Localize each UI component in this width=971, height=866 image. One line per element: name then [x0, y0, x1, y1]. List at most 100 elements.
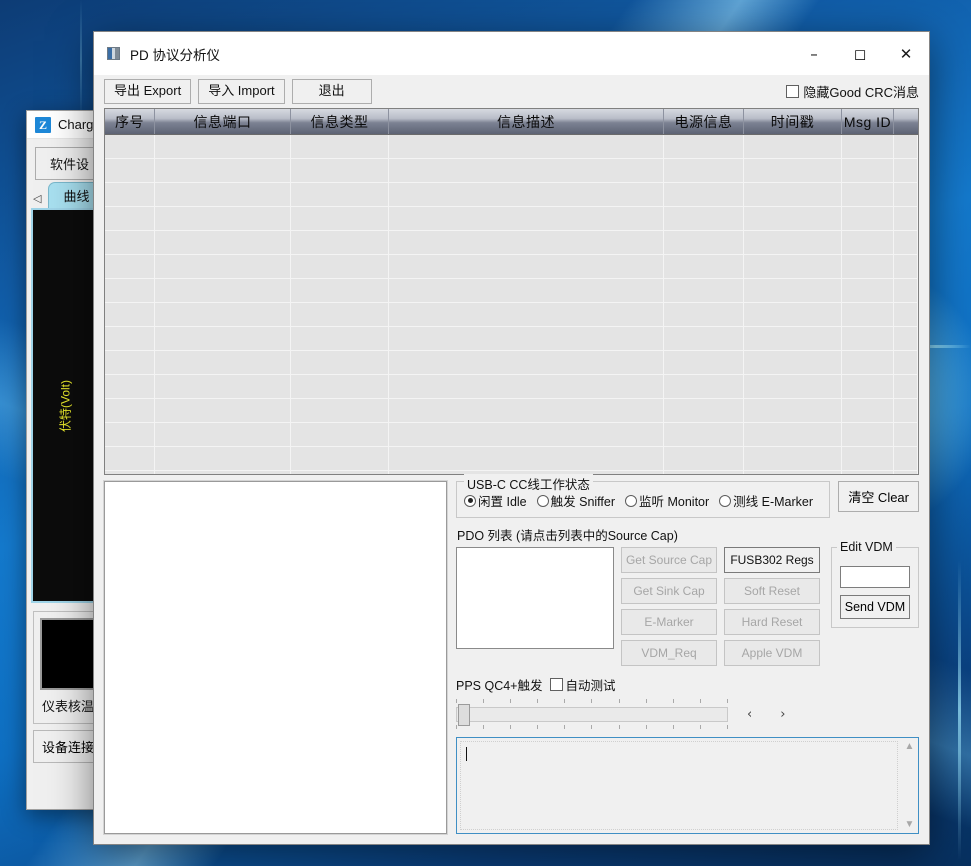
- checkbox-box[interactable]: [786, 85, 799, 98]
- table-cell[interactable]: [155, 351, 291, 374]
- table-cell[interactable]: [664, 279, 744, 302]
- chevron-right-icon[interactable]: ›: [771, 707, 794, 722]
- table-cell[interactable]: [894, 279, 918, 302]
- table-cell[interactable]: [291, 303, 389, 326]
- table-cell[interactable]: [105, 351, 155, 374]
- table-cell[interactable]: [842, 255, 894, 278]
- table-cell[interactable]: [744, 207, 842, 230]
- table-cell[interactable]: [894, 423, 918, 446]
- table-cell[interactable]: [389, 423, 664, 446]
- table-cell[interactable]: [744, 471, 842, 474]
- table-cell[interactable]: [842, 183, 894, 206]
- log-panel[interactable]: [104, 481, 447, 834]
- export-button[interactable]: 导出 Export: [104, 79, 191, 104]
- exit-button[interactable]: 退出: [292, 79, 372, 104]
- table-cell[interactable]: [291, 375, 389, 398]
- clear-button[interactable]: 清空 Clear: [838, 481, 919, 512]
- table-cell[interactable]: [842, 159, 894, 182]
- table-cell[interactable]: [291, 399, 389, 422]
- table-cell[interactable]: [389, 375, 664, 398]
- chevron-up-icon[interactable]: ▲: [905, 741, 915, 752]
- command-scrollbar[interactable]: ▲ ▼: [901, 738, 918, 833]
- table-cell[interactable]: [894, 231, 918, 254]
- table-cell[interactable]: [291, 447, 389, 470]
- table-header-Msg ID[interactable]: Msg ID: [842, 109, 894, 134]
- table-cell[interactable]: [291, 423, 389, 446]
- table-cell[interactable]: [291, 159, 389, 182]
- pdo-buttons-left[interactable]: Get Source CapGet Sink CapE-MarkerVDM_Re…: [621, 547, 717, 666]
- table-cell[interactable]: [744, 159, 842, 182]
- radio-button-icon[interactable]: [625, 495, 637, 507]
- table-cell[interactable]: [664, 135, 744, 158]
- table-cell[interactable]: [389, 327, 664, 350]
- table-row[interactable]: [105, 231, 918, 255]
- table-cell[interactable]: [105, 279, 155, 302]
- table-cell[interactable]: [155, 471, 291, 474]
- table-cell[interactable]: [105, 135, 155, 158]
- table-cell[interactable]: [894, 471, 918, 474]
- table-cell[interactable]: [664, 207, 744, 230]
- auto-test-checkbox[interactable]: 自动测试: [550, 675, 616, 694]
- table-cell[interactable]: [155, 135, 291, 158]
- checkbox-box[interactable]: [550, 678, 563, 691]
- table-cell[interactable]: [389, 207, 664, 230]
- pdo-buttons-right[interactable]: FUSB302 RegsSoft ResetHard ResetApple VD…: [724, 547, 820, 666]
- table-cell[interactable]: [842, 135, 894, 158]
- table-header-row[interactable]: 序号信息端口信息类型信息描述电源信息时间戳Msg ID: [105, 109, 918, 135]
- table-cell[interactable]: [894, 183, 918, 206]
- table-cell[interactable]: [389, 255, 664, 278]
- table-cell[interactable]: [105, 327, 155, 350]
- table-row[interactable]: [105, 279, 918, 303]
- table-cell[interactable]: [105, 255, 155, 278]
- tab-scroll-left-icon[interactable]: ◁: [31, 192, 45, 208]
- table-cell[interactable]: [842, 327, 894, 350]
- table-cell[interactable]: [155, 447, 291, 470]
- table-cell[interactable]: [744, 231, 842, 254]
- table-cell[interactable]: [842, 399, 894, 422]
- table-cell[interactable]: [664, 303, 744, 326]
- table-cell[interactable]: [389, 159, 664, 182]
- cc-mode-radio-group[interactable]: 闲置 Idle触发 Sniffer监听 Monitor测线 E-Marker: [464, 491, 822, 510]
- radio-button-icon[interactable]: [464, 495, 476, 507]
- table-cell[interactable]: [105, 183, 155, 206]
- table-cell[interactable]: [664, 159, 744, 182]
- table-row[interactable]: [105, 207, 918, 231]
- table-row[interactable]: [105, 423, 918, 447]
- table-cell[interactable]: [744, 351, 842, 374]
- table-cell[interactable]: [894, 255, 918, 278]
- table-cell[interactable]: [842, 423, 894, 446]
- pdo-list[interactable]: [456, 547, 614, 649]
- hide-good-crc-checkbox[interactable]: 隐藏Good CRC消息: [786, 82, 919, 101]
- table-cell[interactable]: [291, 231, 389, 254]
- table-header-序号[interactable]: 序号: [105, 109, 155, 134]
- table-cell[interactable]: [842, 231, 894, 254]
- maximize-icon[interactable]: ◻: [837, 32, 883, 75]
- table-cell[interactable]: [842, 279, 894, 302]
- table-cell[interactable]: [155, 207, 291, 230]
- cc-mode-radio-2[interactable]: 监听 Monitor: [625, 491, 709, 510]
- window-titlebar[interactable]: PD 协议分析仪 – ◻ ✕: [94, 32, 929, 75]
- table-cell[interactable]: [291, 279, 389, 302]
- table-row[interactable]: [105, 351, 918, 375]
- table-cell[interactable]: [155, 303, 291, 326]
- table-cell[interactable]: [105, 375, 155, 398]
- table-cell[interactable]: [105, 471, 155, 474]
- table-cell[interactable]: [664, 327, 744, 350]
- table-cell[interactable]: [664, 447, 744, 470]
- pd-analyzer-window[interactable]: PD 协议分析仪 – ◻ ✕ 导出 Export 导入 Import 退出 隐藏…: [93, 31, 930, 845]
- chevron-left-icon[interactable]: ‹: [738, 707, 761, 722]
- radio-button-icon[interactable]: [719, 495, 731, 507]
- table-cell[interactable]: [664, 183, 744, 206]
- table-cell[interactable]: [894, 399, 918, 422]
- table-cell[interactable]: [291, 351, 389, 374]
- table-cell[interactable]: [389, 279, 664, 302]
- table-cell[interactable]: [894, 207, 918, 230]
- cc-mode-radio-3[interactable]: 测线 E-Marker: [719, 491, 813, 510]
- table-header-电源信息[interactable]: 电源信息: [664, 109, 744, 134]
- table-cell[interactable]: [744, 279, 842, 302]
- table-row[interactable]: [105, 327, 918, 351]
- table-cell[interactable]: [389, 447, 664, 470]
- table-cell[interactable]: [744, 327, 842, 350]
- table-cell[interactable]: [155, 327, 291, 350]
- table-cell[interactable]: [105, 423, 155, 446]
